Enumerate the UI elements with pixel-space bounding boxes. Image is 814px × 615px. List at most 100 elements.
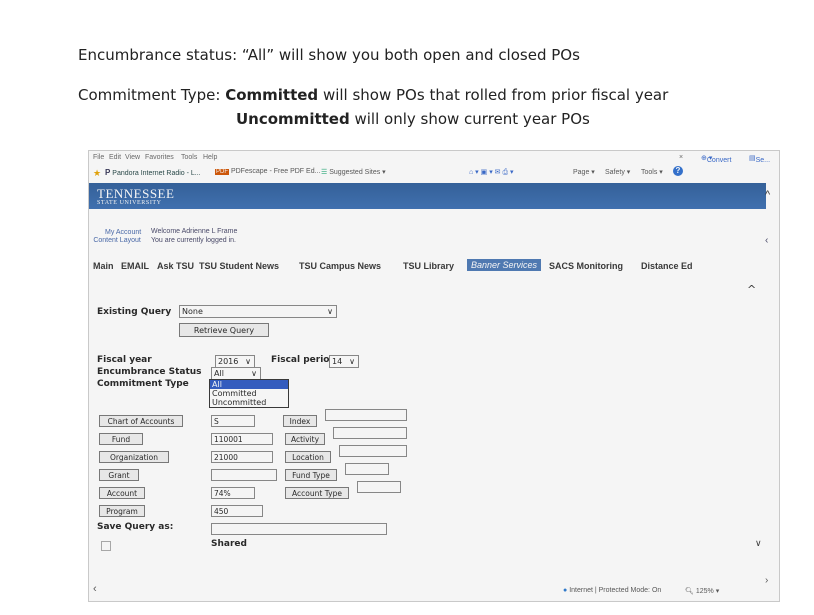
fiscal-period-value: 14	[332, 357, 343, 366]
chevron-down-icon: ∨	[349, 357, 355, 366]
scroll-right-icon[interactable]: ›	[765, 575, 768, 586]
fav-pandora-label: Pandora Internet Radio - L...	[112, 170, 201, 177]
content-scroll-up-icon[interactable]: ^	[747, 283, 756, 296]
location-button[interactable]: Location	[285, 451, 331, 463]
logged-in-text: You are currently logged in.	[151, 237, 236, 244]
welcome-area: My Account Content Layout Welcome Adrien…	[89, 209, 768, 259]
fav-pdfescape[interactable]: PDF PDFescape - Free PDF Ed...	[215, 168, 320, 175]
chart-of-accounts-field[interactable]: S	[211, 415, 255, 427]
help-icon[interactable]: ?	[673, 166, 683, 176]
status-zone: ● Internet | Protected Mode: On	[563, 587, 661, 594]
fiscal-period-select[interactable]: 14 ∨	[329, 355, 359, 368]
save-query-field[interactable]	[211, 523, 387, 535]
my-account-link[interactable]: My Account	[93, 229, 141, 237]
zoom-control[interactable]: 🔍︎ 125% ▾	[685, 587, 719, 595]
portal-header: TENNESSEE STATE UNIVERSITY	[89, 183, 766, 209]
chart-of-accounts-button[interactable]: Chart of Accounts	[99, 415, 183, 427]
fav-pdfescape-label: PDFescape - Free PDF Ed...	[230, 168, 321, 175]
favorites-bar: ★ P Pandora Internet Radio - L... PDF PD…	[89, 165, 779, 181]
fund-button[interactable]: Fund	[99, 433, 143, 445]
welcome-text: Welcome Adrienne L Frame You are current…	[151, 227, 237, 245]
fund-type-field[interactable]	[345, 463, 389, 475]
existing-query-label: Existing Query	[97, 307, 172, 317]
program-button[interactable]: Program	[99, 505, 145, 517]
favorites-star-icon[interactable]: ★	[93, 168, 101, 179]
select-button[interactable]: ▤ Se...	[749, 154, 770, 164]
fiscal-year-label: Fiscal year	[97, 355, 152, 365]
note-commitment-prefix: Commitment Type:	[78, 86, 226, 104]
note-uncommitted: Uncommitted will only show current year …	[236, 110, 590, 128]
menu-help[interactable]: Help	[203, 154, 217, 161]
account-field[interactable]: 74%	[211, 487, 255, 499]
scroll-right-icon[interactable]: ‹	[765, 235, 768, 246]
account-button[interactable]: Account	[99, 487, 145, 499]
home-icon[interactable]: ⌂ ▾ ▣ ▾ ✉ ⎙ ▾	[469, 168, 514, 177]
commitment-option-all[interactable]: All	[210, 380, 288, 389]
fund-field[interactable]: 110001	[211, 433, 273, 445]
fund-type-button[interactable]: Fund Type	[285, 469, 337, 481]
zoom-value: 125%	[695, 588, 714, 595]
grant-button[interactable]: Grant	[99, 469, 139, 481]
fav-suggested-label: Suggested Sites ▾	[329, 169, 386, 176]
tab-email[interactable]: EMAIL	[121, 261, 149, 271]
select-label: Se...	[755, 157, 771, 164]
commitment-option-uncommitted[interactable]: Uncommitted	[210, 398, 288, 407]
fiscal-year-value: 2016	[218, 357, 239, 366]
program-field[interactable]: 450	[211, 505, 263, 517]
note-commitment-rest: will show POs that rolled from prior fis…	[318, 86, 669, 104]
existing-query-value: None	[182, 307, 203, 316]
account-type-button[interactable]: Account Type	[285, 487, 349, 499]
tab-campus-news[interactable]: TSU Campus News	[299, 261, 381, 271]
menu-file[interactable]: File	[93, 154, 104, 161]
tab-distance-ed[interactable]: Distance Ed	[641, 261, 693, 271]
portal-tabs: Main EMAIL Ask TSU TSU Student News TSU …	[89, 259, 779, 275]
note-committed-bold: Committed	[225, 86, 319, 104]
query-form: ^ Existing Query None ∨ Retrieve Query F…	[89, 275, 779, 601]
fiscal-period-label: Fiscal period	[271, 355, 336, 365]
chevron-down-icon: ∨	[327, 307, 333, 316]
menu-view[interactable]: View	[125, 154, 140, 161]
fav-pandora[interactable]: P Pandora Internet Radio - L...	[105, 168, 201, 177]
activity-field[interactable]	[333, 427, 407, 439]
existing-query-select[interactable]: None ∨	[179, 305, 337, 318]
tools-menu[interactable]: Tools ▾	[641, 168, 663, 176]
location-field[interactable]	[339, 445, 407, 457]
scroll-left-icon[interactable]: ‹	[93, 583, 97, 595]
commitment-type-label: Commitment Type	[97, 379, 189, 389]
tsu-logo: TENNESSEE STATE UNIVERSITY	[97, 186, 174, 206]
organization-button[interactable]: Organization	[99, 451, 169, 463]
menu-favorites[interactable]: Favorites	[145, 154, 174, 161]
tab-library[interactable]: TSU Library	[403, 261, 454, 271]
tab-student-news[interactable]: TSU Student News	[199, 261, 279, 271]
menu-tools[interactable]: Tools	[181, 154, 197, 161]
page-menu[interactable]: Page ▾	[573, 168, 595, 176]
account-links: My Account Content Layout	[93, 229, 141, 245]
account-type-field[interactable]	[357, 481, 401, 493]
scroll-up-icon[interactable]: ^	[765, 189, 770, 201]
tab-ask-tsu[interactable]: Ask TSU	[157, 261, 194, 271]
shared-checkbox[interactable]	[101, 541, 111, 551]
content-layout-link[interactable]: Content Layout	[93, 237, 141, 245]
tab-sacs-monitoring[interactable]: SACS Monitoring	[549, 261, 623, 271]
index-button[interactable]: Index	[283, 415, 317, 427]
safety-menu[interactable]: Safety ▾	[605, 168, 630, 176]
welcome-name: Welcome Adrienne L Frame	[151, 228, 238, 235]
tab-main[interactable]: Main	[93, 261, 114, 271]
retrieve-query-button[interactable]: Retrieve Query	[179, 323, 269, 337]
note-uncommitted-rest: will only show current year POs	[349, 110, 590, 128]
tab-banner-services[interactable]: Banner Services	[467, 259, 542, 271]
close-icon[interactable]: ×	[679, 154, 683, 161]
menu-edit[interactable]: Edit	[109, 154, 121, 161]
activity-button[interactable]: Activity	[285, 433, 325, 445]
content-scroll-down-icon[interactable]: ∨	[755, 539, 762, 549]
organization-field[interactable]: 21000	[211, 451, 273, 463]
index-field[interactable]	[325, 409, 407, 421]
status-text: Internet | Protected Mode: On	[569, 587, 662, 594]
convert-button[interactable]: ⊕ Convert ▾	[701, 154, 731, 164]
fav-suggested[interactable]: ☰ Suggested Sites ▾	[321, 168, 386, 176]
commitment-option-committed[interactable]: Committed	[210, 389, 288, 398]
convert-label: Convert	[706, 157, 732, 164]
note-uncommitted-bold: Uncommitted	[236, 110, 350, 128]
grant-field[interactable]	[211, 469, 277, 481]
commitment-type-dropdown[interactable]: All Committed Uncommitted	[209, 379, 289, 408]
